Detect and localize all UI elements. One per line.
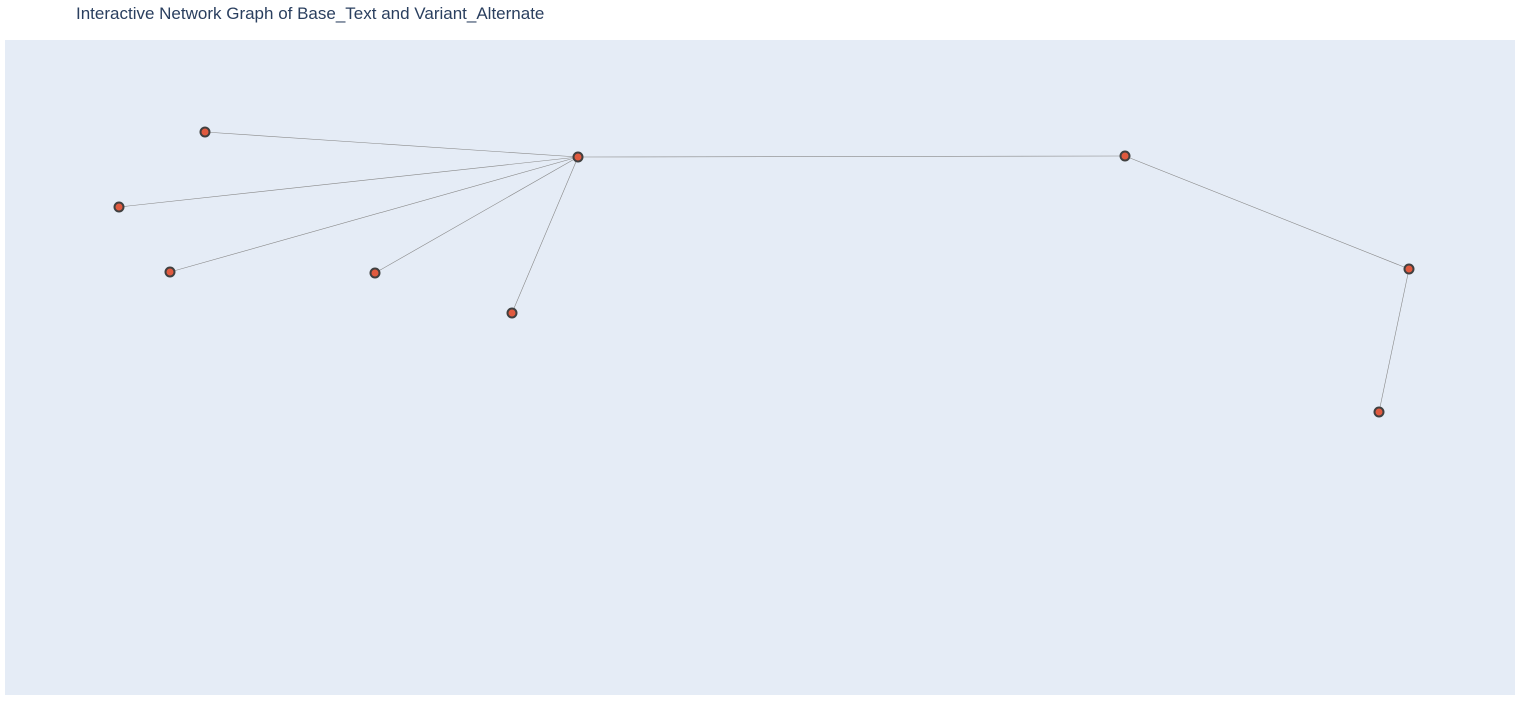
graph-node-n2[interactable]	[113, 201, 125, 213]
plot-background	[5, 40, 1515, 695]
graph-node-n3[interactable]	[164, 266, 176, 278]
graph-node-n6[interactable]	[1119, 150, 1131, 162]
graph-node-n0[interactable]	[572, 151, 584, 163]
graph-node-n8[interactable]	[1373, 406, 1385, 418]
graph-node-n1[interactable]	[199, 126, 211, 138]
graph-node-n7[interactable]	[1403, 263, 1415, 275]
network-graph-figure: Interactive Network Graph of Base_Text a…	[0, 0, 1520, 715]
plot-area[interactable]	[5, 40, 1515, 695]
graph-node-n4[interactable]	[369, 267, 381, 279]
graph-node-n5[interactable]	[506, 307, 518, 319]
network-graph-svg[interactable]	[5, 40, 1515, 695]
chart-title: Interactive Network Graph of Base_Text a…	[76, 4, 545, 23]
